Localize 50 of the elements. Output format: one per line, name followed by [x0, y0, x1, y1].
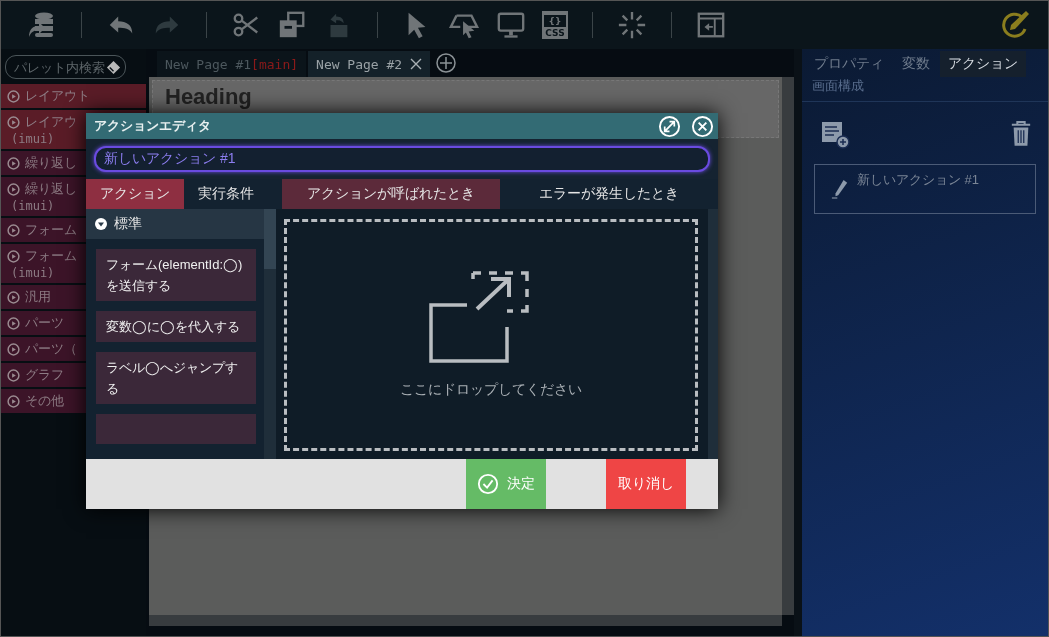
play-icon — [7, 368, 20, 382]
monitor-icon — [496, 10, 526, 40]
spinner-icon — [617, 10, 647, 40]
scrollbar[interactable] — [708, 209, 718, 459]
play-icon — [7, 316, 20, 330]
play-icon — [7, 290, 20, 304]
scrollbar[interactable] — [264, 209, 276, 459]
dialog-tab[interactable]: アクション — [86, 179, 184, 209]
add-tab-icon[interactable] — [436, 53, 457, 73]
play-icon — [7, 342, 20, 356]
play-icon — [7, 223, 20, 237]
page-tab[interactable]: New Page #2 — [308, 51, 431, 77]
drop-zone[interactable]: ここにドロップしてください — [284, 219, 698, 451]
action-block[interactable]: フォーム(elementId:◯)を送信する — [96, 249, 256, 301]
pencil-icon — [831, 179, 849, 199]
action-name-field[interactable]: 新しいアクション #1 — [94, 146, 710, 172]
scrollbar[interactable] — [149, 615, 782, 626]
toggle-icon — [94, 217, 108, 231]
category-header[interactable]: 標準 — [86, 209, 264, 239]
play-icon — [7, 89, 20, 103]
action-item[interactable]: 新しいアクション #1 — [814, 164, 1036, 214]
scrollbar[interactable] — [782, 77, 794, 615]
page-tab[interactable]: New Page #1[main] — [157, 51, 307, 77]
panel-tab[interactable]: 画面構成 — [806, 77, 870, 95]
play-icon — [7, 249, 20, 263]
expand-icon[interactable] — [658, 114, 681, 138]
dialog-tab[interactable]: 実行条件 — [184, 179, 268, 209]
panel-icon — [696, 10, 726, 40]
copy-icon — [277, 10, 307, 40]
search-field[interactable]: パレット内検索 — [5, 55, 126, 79]
check-icon — [477, 473, 499, 495]
play-icon — [7, 182, 20, 196]
panel-tab[interactable]: プロパティ — [806, 51, 892, 77]
play-icon — [7, 115, 20, 129]
close-icon[interactable] — [410, 58, 423, 70]
play-icon — [7, 156, 20, 170]
palette-category[interactable]: レイアウト — [1, 84, 146, 108]
action-block[interactable]: ラベル◯へジャンプする — [96, 352, 256, 404]
dialog-tab[interactable]: アクションが呼ばれたとき — [282, 179, 500, 209]
panel-tab[interactable]: 変数 — [894, 51, 938, 77]
cancel-button[interactable]: 取り消し — [606, 459, 686, 509]
dialog-tab[interactable]: エラーが発生したとき — [500, 179, 718, 209]
panel-tab[interactable]: アクション — [940, 51, 1026, 77]
confirm-button[interactable]: 決定 — [466, 459, 546, 509]
action-name: 新しいアクション #1 — [857, 171, 980, 189]
play-icon — [7, 394, 20, 408]
action-block[interactable]: 変数◯に◯を代入する — [96, 311, 256, 342]
eraser-icon[interactable] — [106, 59, 121, 75]
drop-hint: ここにドロップしてください — [400, 381, 582, 399]
trash-icon[interactable] — [1010, 118, 1032, 148]
